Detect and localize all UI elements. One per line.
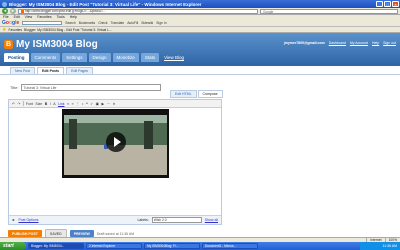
embedded-video[interactable] [62, 109, 169, 178]
google-logo: Google [2, 20, 20, 26]
main-tabs: Posting Comments Settings Design Monetiz… [4, 53, 184, 62]
windows-taskbar: start Blogger: My ISM3004... 2 Internet … [0, 242, 400, 250]
compose-tab[interactable]: Compose [197, 90, 223, 98]
subtab-new-post[interactable]: New Post [10, 67, 35, 74]
tab-comments[interactable]: Comments [30, 53, 61, 62]
toolbar-sidewiki-button[interactable]: Sidewiki [141, 21, 153, 25]
labels-input[interactable]: Wish 2.0 [151, 217, 202, 223]
address-bar-row: ◄ ► http://www.blogger.com/post-edit.g?b… [0, 8, 400, 15]
address-input[interactable]: http://www.blogger.com/post-edit.g?blogI… [18, 8, 258, 14]
tab-monetize[interactable]: Monetize [112, 53, 139, 62]
post-options-bar: ► Post Options Labels: Wish 2.0 Show all [9, 215, 221, 224]
undo-icon[interactable]: ↶ [12, 102, 15, 106]
google-toolbar: Google Search Bookmarks Check Translate … [0, 20, 400, 27]
saved-button[interactable]: SAVED [44, 229, 67, 237]
post-editor[interactable]: ↶ ↷ Font Size B I A Link ≡ ≡ ⋮ • ❝ ✓ ▣ ▶… [8, 99, 222, 225]
link-button[interactable]: Link [58, 102, 64, 106]
help-link[interactable]: Help [372, 41, 379, 45]
title-label: Title: [10, 85, 19, 90]
taskbar-item[interactable]: Document1 - Micros... [202, 243, 258, 249]
remove-formatting-icon[interactable]: ✕ [113, 102, 116, 106]
browser-tab[interactable]: Blogger: My ISM3004 Blog - Edit Post "Tu… [24, 28, 112, 32]
sign-out-link[interactable]: Sign out [383, 41, 396, 45]
text-color-icon[interactable]: A [53, 102, 55, 106]
page-icon [21, 9, 24, 13]
toolbar-search-button[interactable]: Search [65, 21, 75, 25]
tab-stats[interactable]: Stats [140, 53, 160, 62]
draft-saved-note: Draft saved at 11:36 AM [96, 231, 135, 236]
play-icon[interactable] [106, 132, 126, 152]
taskbar-item[interactable]: Blogger: My ISM3004... [28, 243, 84, 249]
editor-modes: Edit HTML Compose [170, 90, 223, 98]
minimize-button[interactable]: _ [376, 1, 383, 7]
jump-break-icon[interactable]: ⋯ [107, 102, 111, 106]
window-titlebar: Blogger: My ISM3004 Blog - Edit Post "Tu… [0, 0, 400, 8]
blog-title: My ISM3004 Blog [16, 39, 98, 50]
view-blog-link[interactable]: View Blog [161, 53, 184, 62]
toolbar-check-button[interactable]: Check [98, 21, 107, 25]
insert-image-icon[interactable]: ▣ [96, 102, 99, 106]
bold-button[interactable]: B [45, 102, 48, 106]
page-content: B My ISM3004 Blog jmymer7809@gmail.com D… [0, 33, 400, 237]
italic-button[interactable]: I [50, 102, 51, 106]
favorites-star-icon[interactable]: ★ [2, 27, 6, 33]
blogger-header: B My ISM3004 Blog jmymer7809@gmail.com D… [0, 33, 400, 66]
maximize-button[interactable]: □ [384, 1, 391, 7]
align-center-icon[interactable]: ≡ [72, 102, 74, 106]
taskbar-item[interactable]: 2 Internet Explorer [86, 243, 142, 249]
system-clock[interactable]: 11:36 AM [360, 242, 400, 250]
favorites-label[interactable]: Favorites [8, 28, 22, 32]
toolbar-autofill-button[interactable]: AutoFill [127, 21, 138, 25]
show-all-labels-link[interactable]: Show all [205, 218, 218, 222]
browser-window: Blogger: My ISM3004 Blog - Edit Post "Tu… [0, 0, 400, 250]
posting-subtabs: New Post Edit Posts Edit Pages [0, 66, 400, 75]
taskbar-item[interactable]: My ISM3004Blog: Fi... [144, 243, 200, 249]
font-size-dropdown[interactable]: Size [35, 102, 42, 106]
tab-posting[interactable]: Posting [4, 53, 29, 62]
ie-icon [2, 1, 7, 7]
spellcheck-icon[interactable]: ✓ [90, 102, 93, 106]
align-left-icon[interactable]: ≡ [67, 102, 69, 106]
address-url: http://www.blogger.com/post-edit.g?blogI… [25, 8, 107, 13]
bullet-list-icon[interactable]: • [82, 102, 83, 106]
blogger-logo-icon[interactable]: B [4, 40, 13, 49]
dashboard-link[interactable]: Dashboard [329, 41, 346, 45]
preview-button[interactable]: PREVIEW [69, 230, 94, 237]
font-dropdown[interactable]: Font [26, 102, 33, 106]
user-email: jmymer7809@gmail.com [283, 41, 325, 45]
search-input[interactable]: Google [260, 8, 398, 14]
publish-post-button[interactable]: PUBLISH POST [8, 230, 42, 237]
post-options-arrow-icon[interactable]: ► [12, 218, 15, 222]
labels-label: Labels: [137, 218, 149, 222]
user-links: jmymer7809@gmail.com Dashboard My Accoun… [284, 41, 396, 45]
toolbar-bookmarks-button[interactable]: Bookmarks [79, 21, 96, 25]
back-icon[interactable]: ◄ [2, 8, 8, 14]
tab-design[interactable]: Design [88, 53, 111, 62]
numbered-list-icon[interactable]: ⋮ [76, 102, 80, 106]
tab-settings[interactable]: Settings [62, 53, 87, 62]
start-button[interactable]: start [0, 242, 26, 250]
post-actions: PUBLISH POST SAVED PREVIEW Draft saved a… [8, 229, 134, 237]
toolbar-translate-button[interactable]: Translate [111, 21, 125, 25]
editor-toolbar: ↶ ↷ Font Size B I A Link ≡ ≡ ⋮ • ❝ ✓ ▣ ▶… [9, 100, 221, 108]
redo-icon[interactable]: ↷ [17, 102, 20, 106]
close-button[interactable]: × [392, 1, 399, 7]
insert-video-icon[interactable]: ▶ [101, 102, 104, 106]
post-options-link[interactable]: Post Options [18, 218, 38, 222]
my-account-link[interactable]: My Account [350, 41, 368, 45]
quote-icon[interactable]: ❝ [86, 102, 88, 106]
post-title-input[interactable]: Tutorial 3: Virtual Life [20, 84, 161, 91]
window-title: Blogger: My ISM3004 Blog - Edit Post "Tu… [9, 1, 202, 7]
subtab-edit-pages[interactable]: Edit Pages [66, 67, 94, 74]
edit-html-tab[interactable]: Edit HTML [170, 90, 197, 98]
post-title-row: Title: Tutorial 3: Virtual Life [10, 84, 161, 91]
toolbar-signin-link[interactable]: Sign In [156, 21, 166, 25]
forward-icon[interactable]: ► [10, 8, 16, 14]
subtab-edit-posts[interactable]: Edit Posts [36, 67, 65, 74]
google-toolbar-search-input[interactable] [22, 20, 63, 26]
